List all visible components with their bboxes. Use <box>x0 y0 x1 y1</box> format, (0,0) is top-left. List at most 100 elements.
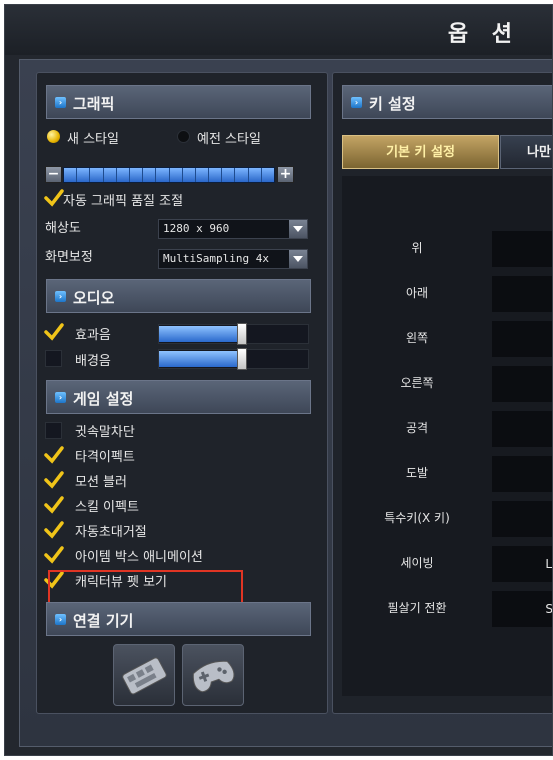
game-setting-label: 자동초대거절 <box>75 525 147 540</box>
game-setting-label: 스킬 이펙트 <box>75 500 139 515</box>
section-icon: › <box>55 291 66 302</box>
chevron-down-icon[interactable] <box>289 250 307 268</box>
game-setting-label: 모션 블러 <box>75 475 127 490</box>
key-value-field[interactable]: ↓ <box>492 276 552 312</box>
key-action-label: 공격 <box>405 421 429 435</box>
checkmark-icon <box>44 189 64 207</box>
key-binding-table: 위↑아래↓왼쪽←오른쪽→공격Z도발V특수키(X 키)X세이빙Left필살기 전환… <box>342 176 552 696</box>
key-binding-row: 공격 Z <box>342 408 552 448</box>
effect-volume-knob[interactable] <box>237 323 247 345</box>
key-action-label: 오른쪽 <box>400 376 434 390</box>
effect-sound-checkbox[interactable] <box>44 323 64 341</box>
key-value-field[interactable]: ← <box>492 321 552 357</box>
key-value-field[interactable]: Left <box>492 546 552 582</box>
key-value-field[interactable]: V <box>492 456 552 492</box>
options-window: 옵 션 › 그래픽 새 스타일 예전 스타일 − + 자동 그래픽 품질 조절 … <box>4 4 553 756</box>
keyboard-device-button[interactable] <box>113 644 175 706</box>
section-icon: › <box>55 614 66 625</box>
keys-title: 키 설정 <box>369 95 416 113</box>
game-setting-label: 아이템 박스 애니메이션 <box>75 550 203 565</box>
right-panel: › 키 설정 기본 키 설정 나만 위↑아래↓왼쪽←오른쪽→공격Z도발V특수키(… <box>332 72 552 714</box>
key-action-label: 아래 <box>405 286 429 300</box>
game-section-header: › 게임 설정 <box>46 380 311 414</box>
correction-dropdown[interactable]: MultiSampling 4x <box>158 249 308 269</box>
gamepad-device-button[interactable] <box>182 644 244 706</box>
checkmark-icon <box>44 546 64 564</box>
auto-quality-checkbox[interactable] <box>44 189 64 207</box>
game-setting-checkbox[interactable] <box>45 422 62 439</box>
key-action-label: 특수키(X 키) <box>384 511 450 525</box>
style-new-label: 새 스타일 <box>67 132 119 147</box>
devices-section-header: › 연결 기기 <box>46 602 311 636</box>
keys-section-header: › 키 설정 <box>342 85 552 119</box>
checkmark-icon <box>44 446 64 464</box>
game-setting-checkbox[interactable] <box>44 546 64 564</box>
game-title: 게임 설정 <box>73 390 134 408</box>
checkmark-icon <box>44 521 64 539</box>
quality-increase-button[interactable]: + <box>277 166 294 183</box>
bgm-volume-fill <box>159 351 242 367</box>
key-value-field[interactable]: Z <box>492 411 552 447</box>
effect-volume-slider[interactable] <box>158 323 309 345</box>
auto-quality-label: 자동 그래픽 품질 조절 <box>63 194 184 209</box>
resolution-dropdown[interactable]: 1280 x 960 <box>158 219 308 239</box>
title-bar[interactable]: 옵 션 <box>5 5 552 55</box>
key-value-field[interactable]: X <box>492 501 552 537</box>
keyboard-icon <box>122 657 167 695</box>
key-binding-row: 필살기 전환 Spa <box>342 588 552 628</box>
key-action-label: 필살기 전환 <box>387 601 447 615</box>
effect-sound-label: 효과음 <box>75 328 111 343</box>
checkmark-icon <box>44 496 64 514</box>
game-setting-checkbox[interactable] <box>44 521 64 539</box>
key-binding-row: 왼쪽 ← <box>342 318 552 358</box>
bgm-volume-knob[interactable] <box>237 348 247 370</box>
key-value-field[interactable]: Spa <box>492 591 552 627</box>
quality-decrease-button[interactable]: − <box>45 166 62 183</box>
checkmark-icon <box>44 471 64 489</box>
key-action-label: 왼쪽 <box>405 331 429 345</box>
key-binding-row: 세이빙 Left <box>342 543 552 583</box>
key-value-field[interactable]: ↑ <box>492 231 552 267</box>
game-setting-checkbox[interactable] <box>44 446 64 464</box>
audio-section-header: › 오디오 <box>46 279 311 313</box>
options-body: › 그래픽 새 스타일 예전 스타일 − + 자동 그래픽 품질 조절 해상도 … <box>19 59 552 747</box>
tab-custom-keys[interactable]: 나만 <box>500 135 552 169</box>
key-binding-row: 특수키(X 키) X <box>342 498 552 538</box>
style-new-radio[interactable] <box>47 130 60 143</box>
section-icon: › <box>55 392 66 403</box>
key-binding-row: 위↑ <box>342 228 552 268</box>
effect-volume-fill <box>159 326 242 342</box>
correction-value: MultiSampling 4x <box>163 252 269 265</box>
game-setting-checkbox[interactable] <box>44 496 64 514</box>
devices-title: 연결 기기 <box>73 612 134 630</box>
key-value-field[interactable]: → <box>492 366 552 402</box>
bgm-label: 배경음 <box>75 354 111 369</box>
key-binding-row: 도발 V <box>342 453 552 493</box>
game-setting-checkbox[interactable] <box>44 471 64 489</box>
resolution-value: 1280 x 960 <box>163 222 230 235</box>
section-icon: › <box>55 97 66 108</box>
key-action-label: 도발 <box>405 466 429 480</box>
game-setting-label: 귓속말차단 <box>75 425 135 440</box>
left-panel: › 그래픽 새 스타일 예전 스타일 − + 자동 그래픽 품질 조절 해상도 … <box>36 72 328 714</box>
graphics-title: 그래픽 <box>73 95 115 113</box>
game-setting-label: 타격이펙트 <box>75 450 135 465</box>
key-action-label: 위 <box>411 241 423 255</box>
tab-default-keys[interactable]: 기본 키 설정 <box>342 135 499 169</box>
correction-label: 화면보정 <box>45 250 93 265</box>
bgm-volume-slider[interactable] <box>158 348 309 370</box>
key-binding-row: 오른쪽 → <box>342 363 552 403</box>
gamepad-icon <box>192 660 235 693</box>
resolution-label: 해상도 <box>45 221 81 236</box>
window-title: 옵 션 <box>447 22 520 47</box>
graphics-section-header: › 그래픽 <box>46 85 311 119</box>
chevron-down-icon[interactable] <box>289 220 307 238</box>
section-icon: › <box>351 97 362 108</box>
bgm-checkbox[interactable] <box>45 350 62 367</box>
key-action-label: 세이빙 <box>400 556 434 570</box>
quality-slider[interactable] <box>63 167 275 183</box>
checkmark-icon <box>44 323 64 341</box>
style-old-radio[interactable] <box>177 130 190 143</box>
key-binding-row: 아래 ↓ <box>342 273 552 313</box>
style-old-label: 예전 스타일 <box>197 132 261 147</box>
